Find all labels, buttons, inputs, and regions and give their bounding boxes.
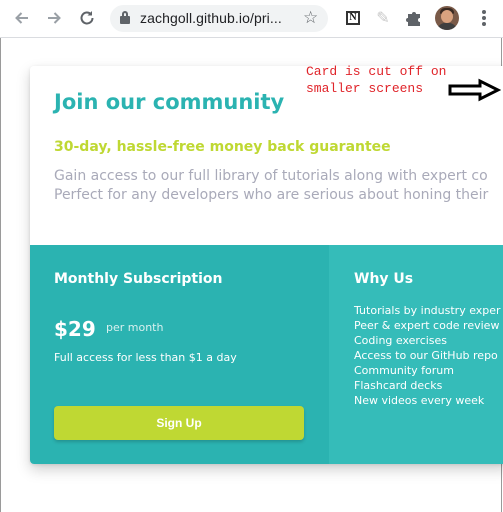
lock-icon [120, 11, 130, 24]
list-item: Coding exercises [354, 334, 448, 347]
subscription-heading: Monthly Subscription [54, 271, 223, 287]
bookmark-star-icon[interactable]: ☆ [303, 8, 318, 28]
description-line: Gain access to our full library of tutor… [54, 168, 488, 184]
list-item: Flashcard decks [354, 379, 443, 392]
why-us-list: Tutorials by industry exper Peer & exper… [354, 303, 501, 408]
subscription-panel: Monthly Subscription $29 per month Full … [30, 245, 329, 464]
list-item: Community forum [354, 364, 454, 377]
annotation-line: Card is cut off on [306, 64, 447, 79]
description-line: Perfect for any developers who are serio… [54, 187, 489, 203]
card-title: Join our community [54, 90, 285, 114]
notion-icon[interactable]: N [343, 8, 363, 28]
back-icon[interactable] [12, 8, 32, 28]
viewport-left-edge [0, 38, 1, 512]
annotation-line: smaller screens [306, 81, 424, 96]
price-period: per month [106, 321, 164, 334]
sign-up-button[interactable]: Sign Up [54, 406, 304, 440]
puzzle-icon[interactable] [404, 8, 424, 28]
address-bar[interactable]: zachgoll.github.io/pri... ☆ [110, 5, 328, 32]
annotation-text: Card is cut off on smaller screens [306, 63, 446, 97]
why-us-heading: Why Us [354, 271, 414, 287]
card-description: Gain access to our full library of tutor… [54, 167, 503, 205]
browser-toolbar: zachgoll.github.io/pri... ☆ N ✎ [0, 0, 503, 38]
list-item: Peer & expert code review [354, 319, 500, 332]
url-text: zachgoll.github.io/pri... [140, 10, 282, 26]
list-item: New videos every week [354, 394, 485, 407]
price: $29 [54, 317, 96, 341]
why-us-panel: Why Us Tutorials by industry exper Peer … [329, 245, 503, 464]
kebab-menu-icon[interactable] [479, 8, 489, 28]
reload-icon[interactable] [77, 8, 97, 28]
guarantee-text: 30-day, hassle-free money back guarantee [54, 139, 391, 155]
access-note: Full access for less than $1 a day [54, 351, 237, 364]
pricing-card: Join our community 30-day, hassle-free m… [30, 66, 503, 464]
list-item: Tutorials by industry exper [354, 304, 501, 317]
forward-icon[interactable] [44, 8, 64, 28]
arrow-right-icon [448, 78, 501, 102]
list-item: Access to our GitHub repo [354, 349, 498, 362]
avatar[interactable] [435, 6, 459, 30]
pencil-icon[interactable]: ✎ [373, 8, 393, 28]
